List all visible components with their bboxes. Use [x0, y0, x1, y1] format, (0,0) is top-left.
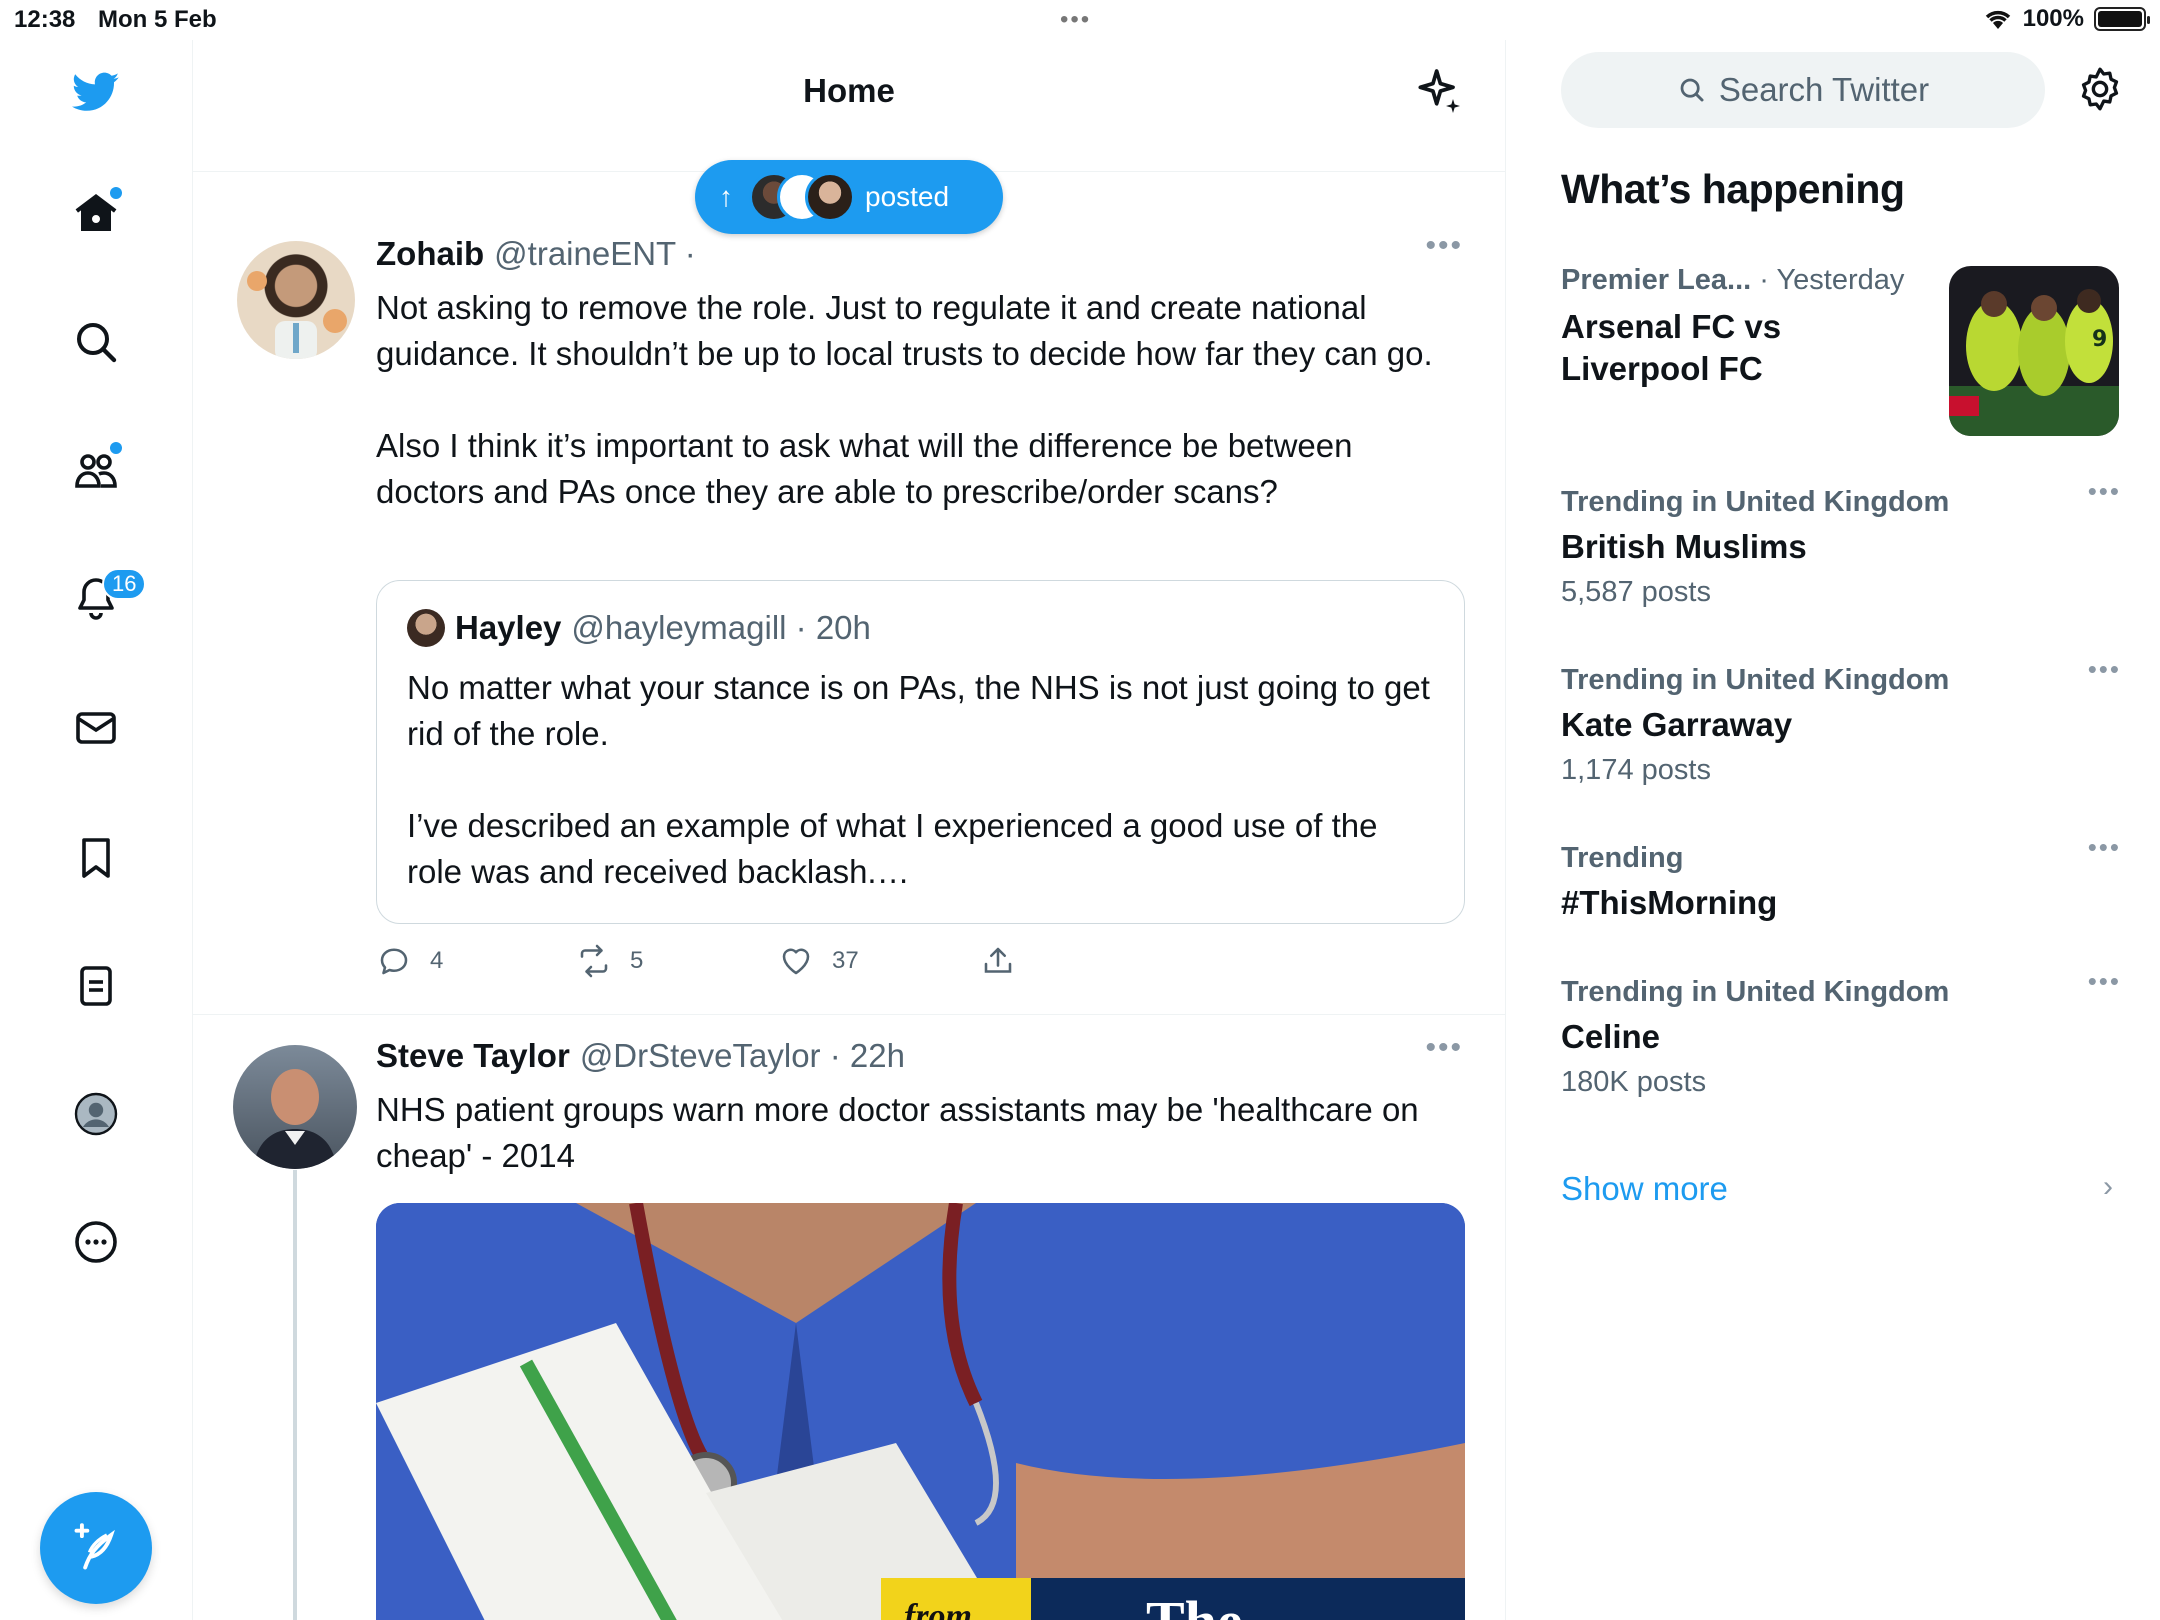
trend-item[interactable]: Trending in United Kingdom ••• Celine 18…	[1561, 966, 2121, 1102]
reply-icon	[380, 948, 408, 975]
trend-more-icon[interactable]: •••	[2088, 966, 2121, 997]
trend-category: Trending in United Kingdom	[1561, 976, 1950, 1008]
trend-title: Celine	[1561, 1018, 1661, 1055]
tweet-author[interactable]: Steve Taylor	[376, 1037, 570, 1075]
avatar[interactable]	[233, 1045, 357, 1169]
trend-title: British Muslims	[1561, 528, 1807, 565]
reply-count: 4	[430, 947, 444, 974]
tweet-more-icon[interactable]: •••	[1425, 229, 1463, 263]
quote-handle: @hayleymagill · 20h	[571, 609, 871, 646]
notifications-icon[interactable]: 16	[66, 568, 147, 628]
new-post-avatar	[805, 172, 855, 222]
tweet-handle[interactable]: @DrSteveTaylor · 22h	[580, 1037, 905, 1075]
right-sidebar: Search Twitter What’s happening Premier …	[1507, 40, 2160, 1620]
search-input[interactable]: Search Twitter	[1561, 52, 2045, 128]
repost-button[interactable]: 5	[576, 943, 643, 979]
trend-more-icon[interactable]: •••	[2088, 654, 2121, 685]
heart-icon	[782, 948, 810, 975]
quote-text: I’ve described an example of what I expe…	[407, 807, 1378, 890]
search-placeholder: Search Twitter	[1718, 71, 1930, 108]
trend-category: Trending in United Kingdom	[1561, 664, 1950, 696]
tweet[interactable]: Steve Taylor @DrSteveTaylor · 22h ••• NH…	[193, 1015, 1505, 1620]
status-date: Mon 5 Feb	[98, 6, 217, 33]
trend-count: 180K posts	[1561, 1066, 1707, 1098]
like-button[interactable]: 37	[778, 943, 859, 979]
like-count: 37	[832, 947, 859, 974]
messages-icon[interactable]	[66, 698, 126, 758]
trend-more-icon[interactable]: •••	[2088, 832, 2121, 863]
media-caption: The	[1146, 1588, 1243, 1620]
media-caption: from	[904, 1598, 972, 1620]
home-unread-dot	[110, 187, 122, 199]
twitter-logo-icon[interactable]	[66, 62, 126, 122]
home-icon[interactable]	[66, 183, 126, 243]
arrow-up-icon: ↑	[719, 181, 733, 212]
thread-line	[293, 1170, 297, 1620]
settings-gear-icon[interactable]	[2075, 64, 2125, 114]
profile-icon[interactable]	[66, 1084, 126, 1144]
trend-thumbnail-image[interactable]: 9	[1949, 266, 2119, 436]
repost-count: 5	[630, 947, 644, 974]
trend-item[interactable]: Trending ••• #ThisMorning	[1561, 832, 2121, 924]
tweet-text: NHS patient groups warn more doctor assi…	[376, 1091, 1419, 1174]
tweet-media-image[interactable]: from The	[376, 1203, 1465, 1620]
trend-item[interactable]: Trending in United Kingdom ••• British M…	[1561, 476, 2121, 612]
tweet-author[interactable]: Zohaib	[376, 235, 484, 273]
trend-item[interactable]: Trending in United Kingdom ••• Kate Garr…	[1561, 654, 2121, 790]
trend-more-icon[interactable]: •••	[2088, 476, 2121, 507]
share-icon	[984, 947, 1012, 973]
status-right: 100%	[1983, 5, 2150, 33]
quote-author: Hayley	[455, 609, 562, 646]
main-header: Home	[193, 40, 1505, 172]
search-icon[interactable]	[66, 312, 126, 372]
status-bar: 12:38 Mon 5 Feb ••• 100%	[0, 0, 2160, 40]
tweet-text: Not asking to remove the role. Just to r…	[376, 289, 1433, 372]
trend-time: · Yesterday	[1759, 264, 1905, 296]
tweet-more-icon[interactable]: •••	[1425, 1031, 1463, 1065]
lists-icon[interactable]	[66, 956, 126, 1016]
battery-percent: 100%	[2022, 5, 2084, 32]
quoted-tweet[interactable]: Hayley @hayleymagill · 20h No matter wha…	[376, 580, 1465, 924]
communities-unread-dot	[110, 442, 122, 454]
page-title: Home	[803, 72, 895, 109]
sparkle-icon[interactable]	[1411, 64, 1467, 120]
repost-icon	[580, 944, 608, 978]
notifications-badge: 16	[102, 568, 147, 600]
trend-category: Trending in United Kingdom	[1561, 486, 1950, 518]
more-icon[interactable]	[66, 1212, 126, 1272]
share-button[interactable]	[980, 943, 1016, 979]
left-nav: 16	[0, 40, 193, 1620]
svg-text:9: 9	[2092, 327, 2107, 352]
tweet-handle[interactable]: @traineENT ·	[494, 235, 696, 273]
chevron-right-icon[interactable]: ›	[2103, 1170, 2113, 1204]
search-icon	[1680, 78, 1704, 102]
status-time: 12:38	[14, 6, 76, 33]
tweet[interactable]: Zohaib @traineENT · ••• Not asking to re…	[193, 173, 1505, 1015]
trend-count: 5,587 posts	[1561, 576, 1711, 608]
battery-icon	[2094, 7, 2150, 31]
wifi-icon	[1985, 10, 2010, 29]
bookmarks-icon[interactable]	[66, 828, 126, 888]
compose-tweet-button[interactable]	[40, 1492, 152, 1604]
multitasking-dots-icon[interactable]: •••	[1060, 6, 1091, 34]
main-timeline: Home ↑ posted Zohaib @traineENT · ••• No…	[193, 40, 1506, 1620]
avatar[interactable]	[237, 241, 355, 359]
quote-avatar	[407, 609, 445, 647]
compose-feather-icon	[74, 1523, 115, 1570]
trend-category: Premier Lea...	[1561, 264, 1752, 296]
new-posts-pill[interactable]: ↑ posted	[695, 160, 1003, 234]
show-more-link[interactable]: Show more	[1561, 1170, 1728, 1208]
quote-text: No matter what your stance is on PAs, th…	[407, 669, 1430, 752]
new-posts-label: posted	[865, 181, 950, 212]
section-title: What’s happening	[1561, 166, 1905, 212]
trend-title: Kate Garraway	[1561, 706, 1793, 743]
trend-count: 1,174 posts	[1561, 754, 1711, 786]
tweet-text: Also I think it’s important to ask what …	[376, 427, 1353, 510]
trend-item[interactable]: Premier Lea... · Yesterday Arsenal FC vs…	[1561, 262, 2121, 462]
reply-button[interactable]: 4	[376, 943, 443, 979]
trend-title: #ThisMorning	[1561, 884, 1778, 921]
trend-category: Trending	[1561, 842, 1684, 874]
tweet-actions: 4 5 37	[376, 943, 1076, 993]
communities-icon[interactable]	[66, 440, 126, 500]
